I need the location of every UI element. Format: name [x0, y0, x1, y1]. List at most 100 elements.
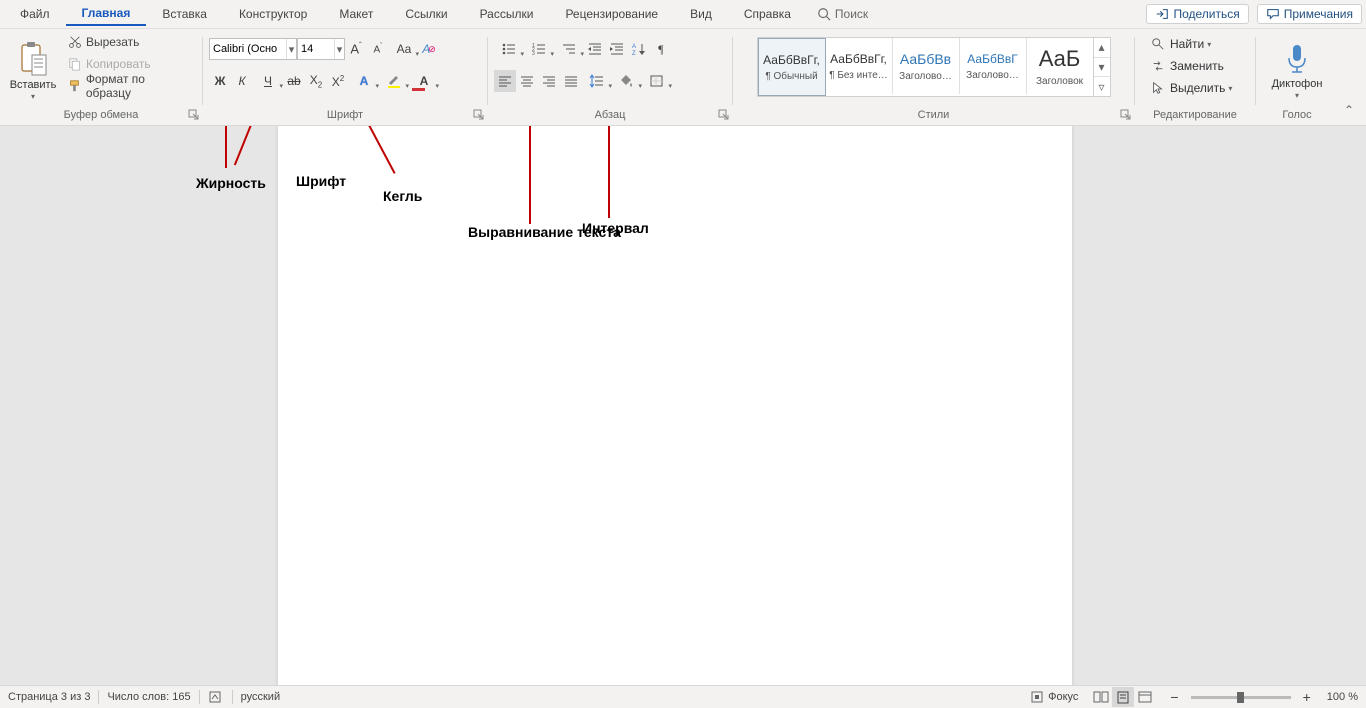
sort-button[interactable]: AZ: [628, 38, 650, 60]
sort-icon: AZ: [631, 42, 647, 56]
comments-icon: [1266, 7, 1280, 21]
status-page[interactable]: Страница 3 из 3: [8, 691, 90, 703]
styles-launcher[interactable]: [1120, 109, 1132, 121]
highlight-button[interactable]: ▾: [379, 70, 409, 92]
cut-label: Вырезать: [86, 35, 139, 49]
strikethrough-button[interactable]: ab: [283, 70, 305, 92]
find-button[interactable]: Найти▾: [1147, 33, 1236, 55]
style-normal[interactable]: АаБбВвГг,¶ Обычный: [758, 38, 826, 96]
menu-file[interactable]: Файл: [4, 3, 66, 25]
menu-help[interactable]: Справка: [728, 3, 807, 25]
bullets-button[interactable]: ▾: [494, 38, 524, 60]
font-size-dropdown[interactable]: ▾: [334, 39, 344, 59]
underline-button[interactable]: Ч▾: [253, 70, 283, 92]
style-heading1[interactable]: АаБбВвЗаголово…: [893, 38, 960, 94]
status-language[interactable]: русский: [241, 691, 280, 703]
superscript-button[interactable]: X2: [327, 70, 349, 92]
collapse-ribbon-button[interactable]: ⌃: [1338, 99, 1360, 121]
group-font: ▾ ▾ Aˆ Aˇ Aa▾ A⊘ Ж К Ч▾ ab X2 X2 A▾ ▾: [203, 29, 487, 125]
focus-icon: [1030, 690, 1044, 704]
zoom-level[interactable]: 100 %: [1327, 691, 1358, 703]
paragraph-launcher[interactable]: [718, 109, 730, 121]
align-left-button[interactable]: [494, 70, 516, 92]
zoom-out-button[interactable]: −: [1166, 689, 1182, 705]
view-read-button[interactable]: [1090, 687, 1112, 707]
comments-button[interactable]: Примечания: [1257, 4, 1362, 24]
bold-button[interactable]: Ж: [209, 70, 231, 92]
decrease-indent-icon: [587, 42, 603, 56]
dictate-label: Диктофон: [1272, 78, 1323, 90]
change-case-button[interactable]: Aa▾: [389, 38, 419, 60]
group-styles-label: Стили: [739, 107, 1128, 125]
format-painter-button[interactable]: Формат по образцу: [64, 75, 196, 97]
styles-scroll-up[interactable]: ▴: [1094, 38, 1110, 58]
paste-button[interactable]: Вставить ▾: [6, 31, 60, 107]
copy-label: Копировать: [86, 57, 151, 71]
align-right-button[interactable]: [538, 70, 560, 92]
microphone-icon: [1284, 42, 1310, 76]
arrow-align: [529, 126, 531, 224]
status-words[interactable]: Число слов: 165: [107, 691, 190, 703]
format-painter-icon: [68, 79, 82, 93]
font-name-combo[interactable]: ▾: [209, 38, 297, 60]
numbering-button[interactable]: 123▾: [524, 38, 554, 60]
style-title[interactable]: АаБЗаголовок: [1027, 38, 1093, 94]
increase-indent-button[interactable]: [606, 38, 628, 60]
search-button[interactable]: Поиск: [807, 7, 878, 21]
font-size-combo[interactable]: ▾: [297, 38, 345, 60]
select-button[interactable]: Выделить▾: [1147, 77, 1236, 99]
menu-mailings[interactable]: Рассылки: [464, 3, 550, 25]
line-spacing-button[interactable]: ▾: [582, 70, 612, 92]
shading-button[interactable]: ▾: [612, 70, 642, 92]
font-color-button[interactable]: A▾: [409, 70, 439, 92]
share-label: Поделиться: [1173, 7, 1239, 21]
svg-text:A: A: [632, 44, 636, 50]
italic-button[interactable]: К: [231, 70, 253, 92]
align-center-button[interactable]: [516, 70, 538, 92]
clear-formatting-button[interactable]: A⊘: [419, 38, 441, 60]
subscript-button[interactable]: X2: [305, 70, 327, 92]
group-paragraph: ▾ 123▾ ▾ AZ ¶ ▾ ▾ ▾ Абзац: [488, 29, 732, 125]
font-size-input[interactable]: [298, 43, 334, 55]
view-print-button[interactable]: [1112, 687, 1134, 707]
font-name-input[interactable]: [210, 43, 286, 55]
share-button[interactable]: Поделиться: [1146, 4, 1248, 24]
dictate-button[interactable]: Диктофон ▾: [1268, 31, 1327, 107]
styles-expand[interactable]: ▿: [1094, 77, 1110, 96]
replace-button[interactable]: Заменить: [1147, 55, 1236, 77]
cut-button[interactable]: Вырезать: [64, 31, 196, 53]
align-left-icon: [497, 74, 513, 88]
menu-view[interactable]: Вид: [674, 3, 728, 25]
show-marks-button[interactable]: ¶: [650, 38, 672, 60]
text-effects-button[interactable]: A▾: [349, 70, 379, 92]
document-page[interactable]: [278, 126, 1072, 686]
menu-references[interactable]: Ссылки: [389, 3, 463, 25]
borders-button[interactable]: ▾: [642, 70, 672, 92]
numbering-icon: 123: [531, 42, 547, 56]
decrease-indent-button[interactable]: [584, 38, 606, 60]
menu-design[interactable]: Конструктор: [223, 3, 323, 25]
spellcheck-icon[interactable]: [208, 690, 224, 704]
cut-icon: [68, 35, 82, 49]
menu-review[interactable]: Рецензирование: [549, 3, 674, 25]
menu-layout[interactable]: Макет: [323, 3, 389, 25]
font-launcher[interactable]: [473, 109, 485, 121]
menu-home[interactable]: Главная: [66, 2, 147, 26]
view-web-button[interactable]: [1134, 687, 1156, 707]
arrow-bold: [225, 126, 227, 168]
zoom-thumb[interactable]: [1237, 692, 1244, 703]
focus-mode-button[interactable]: Фокус: [1048, 691, 1078, 703]
zoom-in-button[interactable]: +: [1299, 689, 1315, 705]
justify-button[interactable]: [560, 70, 582, 92]
grow-font-button[interactable]: Aˆ: [345, 38, 367, 60]
clipboard-launcher[interactable]: [188, 109, 200, 121]
style-no-spacing[interactable]: АаБбВвГг,¶ Без инте…: [826, 38, 893, 94]
zoom-slider[interactable]: [1191, 696, 1291, 699]
style-heading2[interactable]: АаБбВвГЗаголово…: [960, 38, 1027, 94]
styles-scroll-down[interactable]: ▾: [1094, 58, 1110, 78]
shrink-font-button[interactable]: Aˇ: [367, 38, 389, 60]
menu-insert[interactable]: Вставка: [146, 3, 223, 25]
font-name-dropdown[interactable]: ▾: [286, 39, 296, 59]
multilevel-button[interactable]: ▾: [554, 38, 584, 60]
bullets-icon: [501, 42, 517, 56]
